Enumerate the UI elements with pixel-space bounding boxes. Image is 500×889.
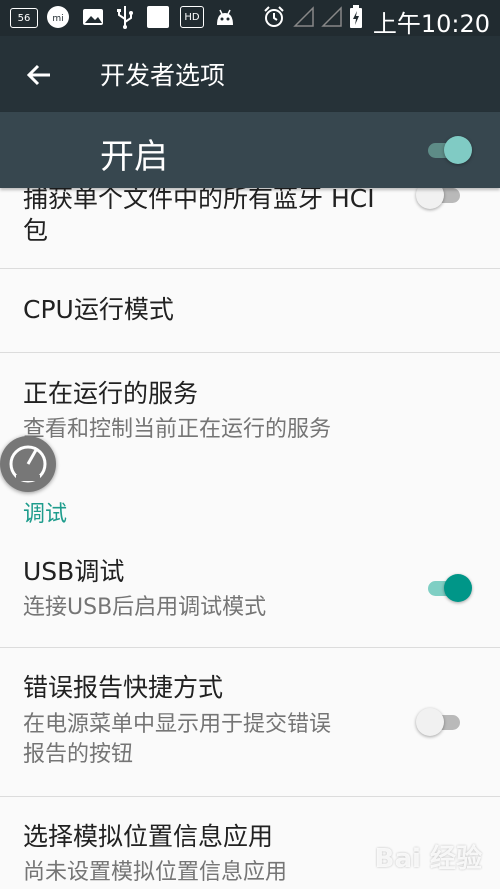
master-toggle-switch[interactable] [426,135,472,165]
svg-text:mi: mi [52,14,63,24]
item-title: 正在运行的服务 [23,379,199,408]
watermark-logo: Bai 经验 [374,844,482,874]
status-time: 上午10:20 [372,10,490,38]
list-item-usb-debugging[interactable]: USB调试 连接USB后启用调试模式 [0,543,500,647]
list-item-bluetooth-hci[interactable]: 捕获单个文件中的所有蓝牙 HCI 包 [0,188,500,268]
item-title: CPU运行模式 [23,295,174,324]
mi-app-icon: mi [46,6,70,28]
item-title: 捕获单个文件中的所有蓝牙 HCI [23,188,375,213]
speedometer-icon [9,445,47,483]
item-title: 选择模拟位置信息应用 [23,822,274,851]
usb-debugging-toggle-switch[interactable] [426,573,472,603]
item-summary-line2: 报告的按钮 [23,742,134,767]
signal-icon-1 [292,6,316,28]
android-icon [214,6,236,28]
list-item-cpu-mode[interactable]: CPU运行模式 [0,269,500,352]
usb-icon [114,6,136,29]
toolbar: 开发者选项 [0,36,500,112]
master-switch-label: 开启 [100,137,168,177]
item-summary: 在电源菜单中显示用于提交错误 [23,712,332,737]
settings-list: 捕获单个文件中的所有蓝牙 HCI 包 CPU运行模式 正在运行的服务 查看和控制… [0,188,500,889]
item-title-line2: 包 [23,216,49,245]
item-summary: 连接USB后启用调试模式 [23,595,267,620]
hci-toggle-switch[interactable] [416,188,462,210]
page-title: 开发者选项 [100,61,226,90]
signal-badge: 56 [10,8,38,28]
floating-assistant-button[interactable] [0,436,56,492]
hd-icon: HD [180,6,204,28]
battery-icon [348,5,364,28]
list-item-bugreport-shortcut[interactable]: 错误报告快捷方式 在电源菜单中显示用于提交错误 报告的按钮 [0,648,500,796]
master-switch-bar[interactable]: 开启 [0,112,500,188]
alarm-icon [262,6,286,28]
arrow-back-icon[interactable] [24,60,54,90]
item-summary: 查看和控制当前正在运行的服务 [23,417,332,442]
image-icon [82,6,104,28]
signal-icon-2 [320,6,344,28]
item-summary: 尚未设置模拟位置信息应用 [23,860,288,885]
category-debug-header: 调试 [23,502,68,527]
bugreport-toggle-switch[interactable] [416,707,462,737]
item-title: USB调试 [23,557,125,586]
status-bar: 56 mi HD 上午10:20 [0,0,500,38]
item-title: 错误报告快捷方式 [23,673,224,702]
notification-square-icon [146,6,170,28]
list-item-running-services[interactable]: 正在运行的服务 查看和控制当前正在运行的服务 [0,353,500,473]
